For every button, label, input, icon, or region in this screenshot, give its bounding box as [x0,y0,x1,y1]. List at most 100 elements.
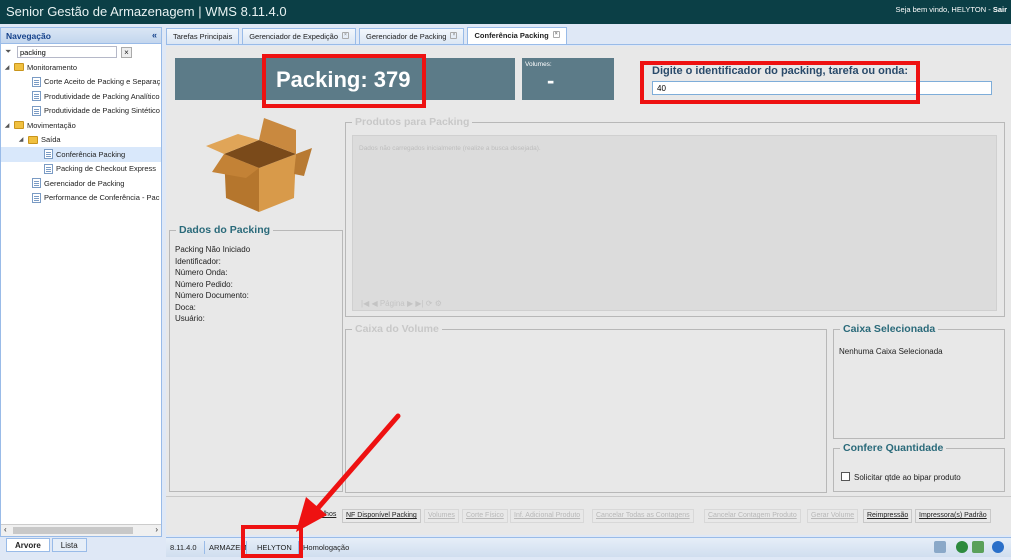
confere-quantidade-legend: Confere Quantidade [840,442,947,454]
tree-item-label: Corte Aceito de Packing e Separaç [44,77,161,87]
page-icon [44,149,53,160]
tree-item-monitoramento[interactable]: ◢ Monitoramento [1,60,161,75]
nav-tree: ◢ Monitoramento Corte Aceito de Packing e… [1,60,161,530]
close-icon[interactable]: × [552,31,560,38]
tab-gerenciador-packing[interactable]: Gerenciador de Packing × [359,28,465,44]
scroll-right-icon[interactable]: › [155,525,158,534]
collapse-icon[interactable]: « [152,30,157,40]
caixa-volume-fieldset: Caixa do Volume [345,323,827,493]
tree-item-gerenciador-packing[interactable]: Gerenciador de Packing [1,176,161,191]
close-icon[interactable]: × [342,32,350,39]
expand-icon[interactable]: ◢ [17,136,25,143]
produtos-grid: Dados não carregados inicialmente (reali… [352,135,997,311]
expand-icon[interactable]: ◢ [3,122,11,129]
nav-bottom-tabs: Arvore Lista [0,538,162,554]
volumes-label: Volumes: [525,61,552,68]
tree-item-label: Gerenciador de Packing [44,178,125,188]
tree-item-saida[interactable]: ◢ Saída [1,133,161,148]
monitor-icon[interactable] [934,541,946,553]
tree-item-label: Saída [41,135,61,145]
tab-lista[interactable]: Lista [51,538,87,552]
corte-fisico-button[interactable]: Corte Físico [462,509,508,523]
dados-fieldset: Dados do Packing Packing Não Iniciado Id… [169,224,343,492]
caixa-selecionada-legend: Caixa Selecionada [840,323,939,335]
highlight-status-user [241,525,303,558]
produtos-empty-message: Dados não carregados inicialmente (reali… [359,145,541,152]
identificador-label: Identificador: [175,256,221,266]
expand-icon[interactable]: ◢ [3,64,11,71]
logout-link[interactable]: Sair [993,5,1007,14]
packing-status: Packing Não Iniciado [175,245,251,254]
solicitar-qtde-label: Solicitar qtde ao bipar produto [854,473,961,482]
numero-documento-label: Número Documento: [175,291,249,300]
confere-quantidade-fieldset: Confere Quantidade Solicitar qtde ao bip… [833,442,1005,492]
dados-legend: Dados do Packing [176,224,274,236]
main-tab-strip: Tarefas Principais Gerenciador de Expedi… [166,27,1011,45]
tree-item-movimentacao[interactable]: ◢ Movimentação [1,118,161,133]
tree-item-label: Produtividade de Packing Analítico [44,91,160,101]
grid-pager[interactable]: |◀ ◀ Página ▶ ▶| ⟳ ⚙ [361,299,442,308]
grid-icon[interactable] [972,541,984,553]
tree-item-label: Conferência Packing [56,149,126,159]
welcome-text: Seja bem vindo, HELYTON - Sair [896,5,1007,14]
page-icon [32,91,41,102]
page-icon [32,178,41,189]
tab-label: Tarefas Principais [173,32,233,41]
folder-icon [14,121,24,130]
horizontal-scrollbar[interactable]: ‹ › [1,524,161,536]
conferencia-packing-panel: Packing: 379 Volumes: - Digite o identif… [166,46,1011,535]
navigation-title: Navegação [6,31,51,41]
tab-arvore[interactable]: Arvore [6,538,50,552]
numero-onda-label: Número Onda: [175,268,228,277]
page-icon [32,192,41,203]
page-icon [32,105,41,116]
solicitar-qtde-checkbox[interactable] [841,472,850,481]
tab-conferencia-packing[interactable]: Conferência Packing × [467,27,567,44]
usuario-label: Usuário: [175,314,205,323]
tree-item-corte-aceito[interactable]: Corte Aceito de Packing e Separaç [1,75,161,90]
tree-item-produtividade-analitico[interactable]: Produtividade de Packing Analítico [1,89,161,104]
tree-item-label: Movimentação [27,120,76,130]
cancelar-todas-button[interactable]: Cancelar Todas as Contagens [592,509,694,523]
scroll-thumb[interactable] [13,527,133,534]
tab-gerenciador-expedicao[interactable]: Gerenciador de Expedição × [242,28,357,44]
page-icon [32,76,41,87]
reimpressao-button[interactable]: Reimpressão [863,509,913,523]
nav-search-input[interactable] [17,46,117,58]
tab-tarefas-principais[interactable]: Tarefas Principais [166,28,240,44]
status-separator [204,541,205,554]
tab-label: Conferência Packing [474,31,549,40]
atalhos-button[interactable]: Atalhos [310,509,339,523]
tab-label: Gerenciador de Packing [366,32,447,41]
filter-icon: ⏷ [5,47,12,56]
navigation-header: Navegação « [1,28,161,44]
scroll-left-icon[interactable]: ‹ [4,525,7,534]
tree-item-conferencia-packing[interactable]: Conferência Packing [1,147,161,162]
status-version: 8.11.4.0 [170,543,197,552]
globe-icon[interactable] [956,541,968,553]
caixa-selecionada-text: Nenhuma Caixa Selecionada [839,347,943,356]
tree-item-label: Packing de Checkout Express [56,164,157,174]
cancelar-contagem-button[interactable]: Cancelar Contagem Produto [704,509,801,523]
volumes-button[interactable]: Volumes [424,509,459,523]
gerar-volume-button[interactable]: Gerar Volume [807,509,859,523]
tree-item-produtividade-sintetico[interactable]: Produtividade de Packing Sintético [1,104,161,119]
impressora-padrao-button[interactable]: Impressora(s) Padrão [915,509,991,523]
tree-item-performance-conferencia[interactable]: Performance de Conferência - Pac [1,191,161,206]
tree-item-label: Monitoramento [27,62,78,72]
tree-item-label: Produtividade de Packing Sintético [44,106,160,116]
tree-item-packing-checkout[interactable]: Packing de Checkout Express [1,162,161,177]
title-bar: Senior Gestão de Armazenagem | WMS 8.11.… [0,0,1011,24]
navigation-panel: Navegação « ⏷ × ◢ Monitoramento Corte Ace… [0,27,162,537]
volumes-box: Volumes: - [522,58,614,100]
highlight-identifier-input [640,61,920,104]
clear-search-button[interactable]: × [121,46,132,58]
page-icon [44,163,53,174]
inf-adicional-button[interactable]: Inf. Adicional Produto [510,509,585,523]
nf-disponivel-button[interactable]: NF Disponível Packing [342,509,421,523]
close-icon[interactable]: × [450,32,458,39]
welcome-label: Seja bem vindo, HELYTON - [895,5,991,14]
info-icon[interactable] [992,541,1004,553]
produtos-legend: Produtos para Packing [352,116,473,128]
caixa-selecionada-fieldset: Caixa Selecionada Nenhuma Caixa Selecion… [833,323,1005,439]
